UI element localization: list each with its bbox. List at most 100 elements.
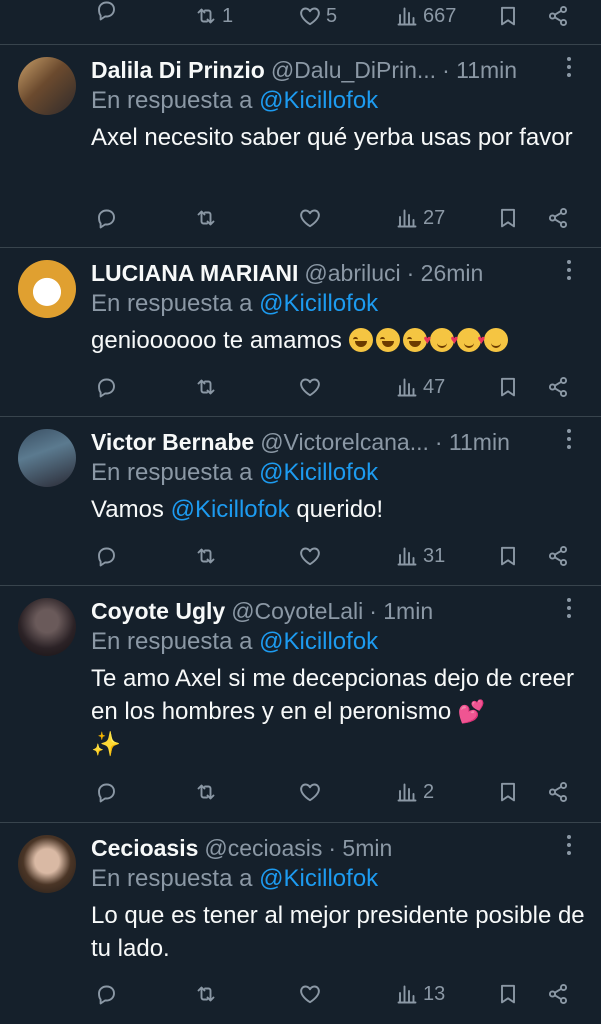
user-handle[interactable]: @CoyoteLali	[231, 598, 363, 625]
more-options-button[interactable]	[559, 425, 579, 455]
reply-button[interactable]	[94, 982, 118, 1006]
user-handle[interactable]: @cecioasis	[204, 835, 322, 862]
avatar[interactable]	[18, 598, 76, 656]
timestamp[interactable]: · 11min	[442, 57, 517, 84]
tweet-text: Vamos @Kicillofok querido!	[91, 493, 591, 526]
mention-link[interactable]: @Kicillofok	[259, 87, 378, 114]
heart-icon	[298, 375, 322, 399]
avatar[interactable]	[18, 260, 76, 318]
tweet-actions: 27	[0, 200, 601, 236]
views-button[interactable]: 47	[395, 375, 445, 399]
reply-button[interactable]	[94, 375, 118, 399]
share-button[interactable]	[546, 375, 570, 399]
mention-link[interactable]: @Kicillofok	[259, 290, 378, 317]
tweet-header: Victor Bernabe @Victorelcana... · 11min	[91, 425, 601, 459]
avatar[interactable]	[18, 835, 76, 893]
previous-tweet-actions: 1 5 667	[0, 0, 601, 40]
display-name[interactable]: Dalila Di Prinzio	[91, 57, 265, 84]
avatar[interactable]	[18, 57, 76, 115]
reply-context: En respuesta a @Kicillofok	[91, 290, 378, 318]
bookmark-button[interactable]	[496, 544, 520, 568]
mention-link[interactable]: @Kicillofok	[259, 459, 378, 486]
more-options-button[interactable]	[559, 831, 579, 861]
views-button[interactable]: 13	[395, 982, 445, 1006]
user-handle[interactable]: @Dalu_DiPrin...	[271, 57, 436, 84]
tweet-header: Dalila Di Prinzio @Dalu_DiPrin... · 11mi…	[91, 53, 601, 87]
views-button[interactable]: 667	[395, 4, 456, 28]
timestamp[interactable]: · 5min	[328, 835, 392, 862]
share-icon	[546, 4, 570, 28]
timestamp[interactable]: · 26min	[407, 260, 484, 287]
repost-button[interactable]	[194, 375, 218, 399]
more-options-button[interactable]	[559, 53, 579, 83]
timestamp[interactable]: · 1min	[369, 598, 433, 625]
reply-button[interactable]	[94, 0, 118, 22]
avatar[interactable]	[18, 429, 76, 487]
share-icon	[546, 982, 570, 1006]
reply-button[interactable]	[94, 544, 118, 568]
display-name[interactable]: LUCIANA MARIANI	[91, 260, 298, 287]
reply-tweet[interactable]: Coyote Ugly @CoyoteLali · 1min En respue…	[0, 586, 601, 822]
views-count: 13	[423, 982, 446, 1005]
repost-icon	[194, 206, 218, 230]
mention-link[interactable]: @Kicillofok	[171, 496, 290, 523]
bookmark-button[interactable]	[496, 375, 520, 399]
reply-button[interactable]	[94, 206, 118, 230]
bookmark-button[interactable]	[496, 4, 520, 28]
bookmark-button[interactable]	[496, 982, 520, 1006]
views-button[interactable]: 27	[395, 206, 445, 230]
repost-button[interactable]	[194, 544, 218, 568]
views-count: 31	[423, 544, 446, 567]
more-options-button[interactable]	[559, 256, 579, 286]
like-button[interactable]	[298, 206, 322, 230]
bookmark-icon	[496, 4, 520, 28]
views-icon	[395, 780, 419, 804]
reply-tweet[interactable]: Victor Bernabe @Victorelcana... · 11min …	[0, 417, 601, 585]
user-handle[interactable]: @Victorelcana...	[260, 429, 429, 456]
share-button[interactable]	[546, 780, 570, 804]
repost-button[interactable]	[194, 982, 218, 1006]
like-button[interactable]: 5	[298, 4, 337, 28]
views-icon	[395, 982, 419, 1006]
user-handle[interactable]: @abriluci	[304, 260, 400, 287]
views-button[interactable]: 2	[395, 780, 434, 804]
display-name[interactable]: Coyote Ugly	[91, 598, 225, 625]
laughing-emoji-icon	[348, 328, 373, 352]
repost-button[interactable]	[194, 780, 218, 804]
reply-prefix: En respuesta a	[91, 628, 253, 655]
bookmark-icon	[496, 544, 520, 568]
tweet-text-after: querido!	[296, 496, 384, 523]
repost-count: 1	[222, 4, 234, 27]
like-button[interactable]	[298, 982, 322, 1006]
timestamp[interactable]: · 11min	[435, 429, 510, 456]
like-button[interactable]	[298, 544, 322, 568]
repost-button[interactable]: 1	[194, 4, 233, 28]
reply-tweet[interactable]: Cecioasis @cecioasis · 5min En respuesta…	[0, 823, 601, 1024]
share-button[interactable]	[546, 544, 570, 568]
reply-button[interactable]	[94, 780, 118, 804]
like-button[interactable]	[298, 375, 322, 399]
bookmark-icon	[496, 780, 520, 804]
laughing-emoji-icon	[375, 328, 400, 352]
share-button[interactable]	[546, 206, 570, 230]
heart-icon	[298, 982, 322, 1006]
like-button[interactable]	[298, 780, 322, 804]
mention-link[interactable]: @Kicillofok	[259, 628, 378, 655]
sparkles-emoji-icon: ✨	[91, 731, 121, 758]
reply-icon	[94, 780, 118, 804]
bookmark-button[interactable]	[496, 206, 520, 230]
mention-link[interactable]: @Kicillofok	[259, 865, 378, 892]
views-icon	[395, 544, 419, 568]
views-icon	[395, 4, 419, 28]
more-options-button[interactable]	[559, 594, 579, 624]
repost-button[interactable]	[194, 206, 218, 230]
views-button[interactable]: 31	[395, 544, 445, 568]
reply-context: En respuesta a @Kicillofok	[91, 865, 378, 893]
display-name[interactable]: Victor Bernabe	[91, 429, 254, 456]
share-button[interactable]	[546, 982, 570, 1006]
reply-tweet[interactable]: LUCIANA MARIANI @abriluci · 26min En res…	[0, 248, 601, 416]
bookmark-button[interactable]	[496, 780, 520, 804]
reply-tweet[interactable]: Dalila Di Prinzio @Dalu_DiPrin... · 11mi…	[0, 45, 601, 247]
share-button[interactable]	[546, 4, 570, 28]
display-name[interactable]: Cecioasis	[91, 835, 198, 862]
